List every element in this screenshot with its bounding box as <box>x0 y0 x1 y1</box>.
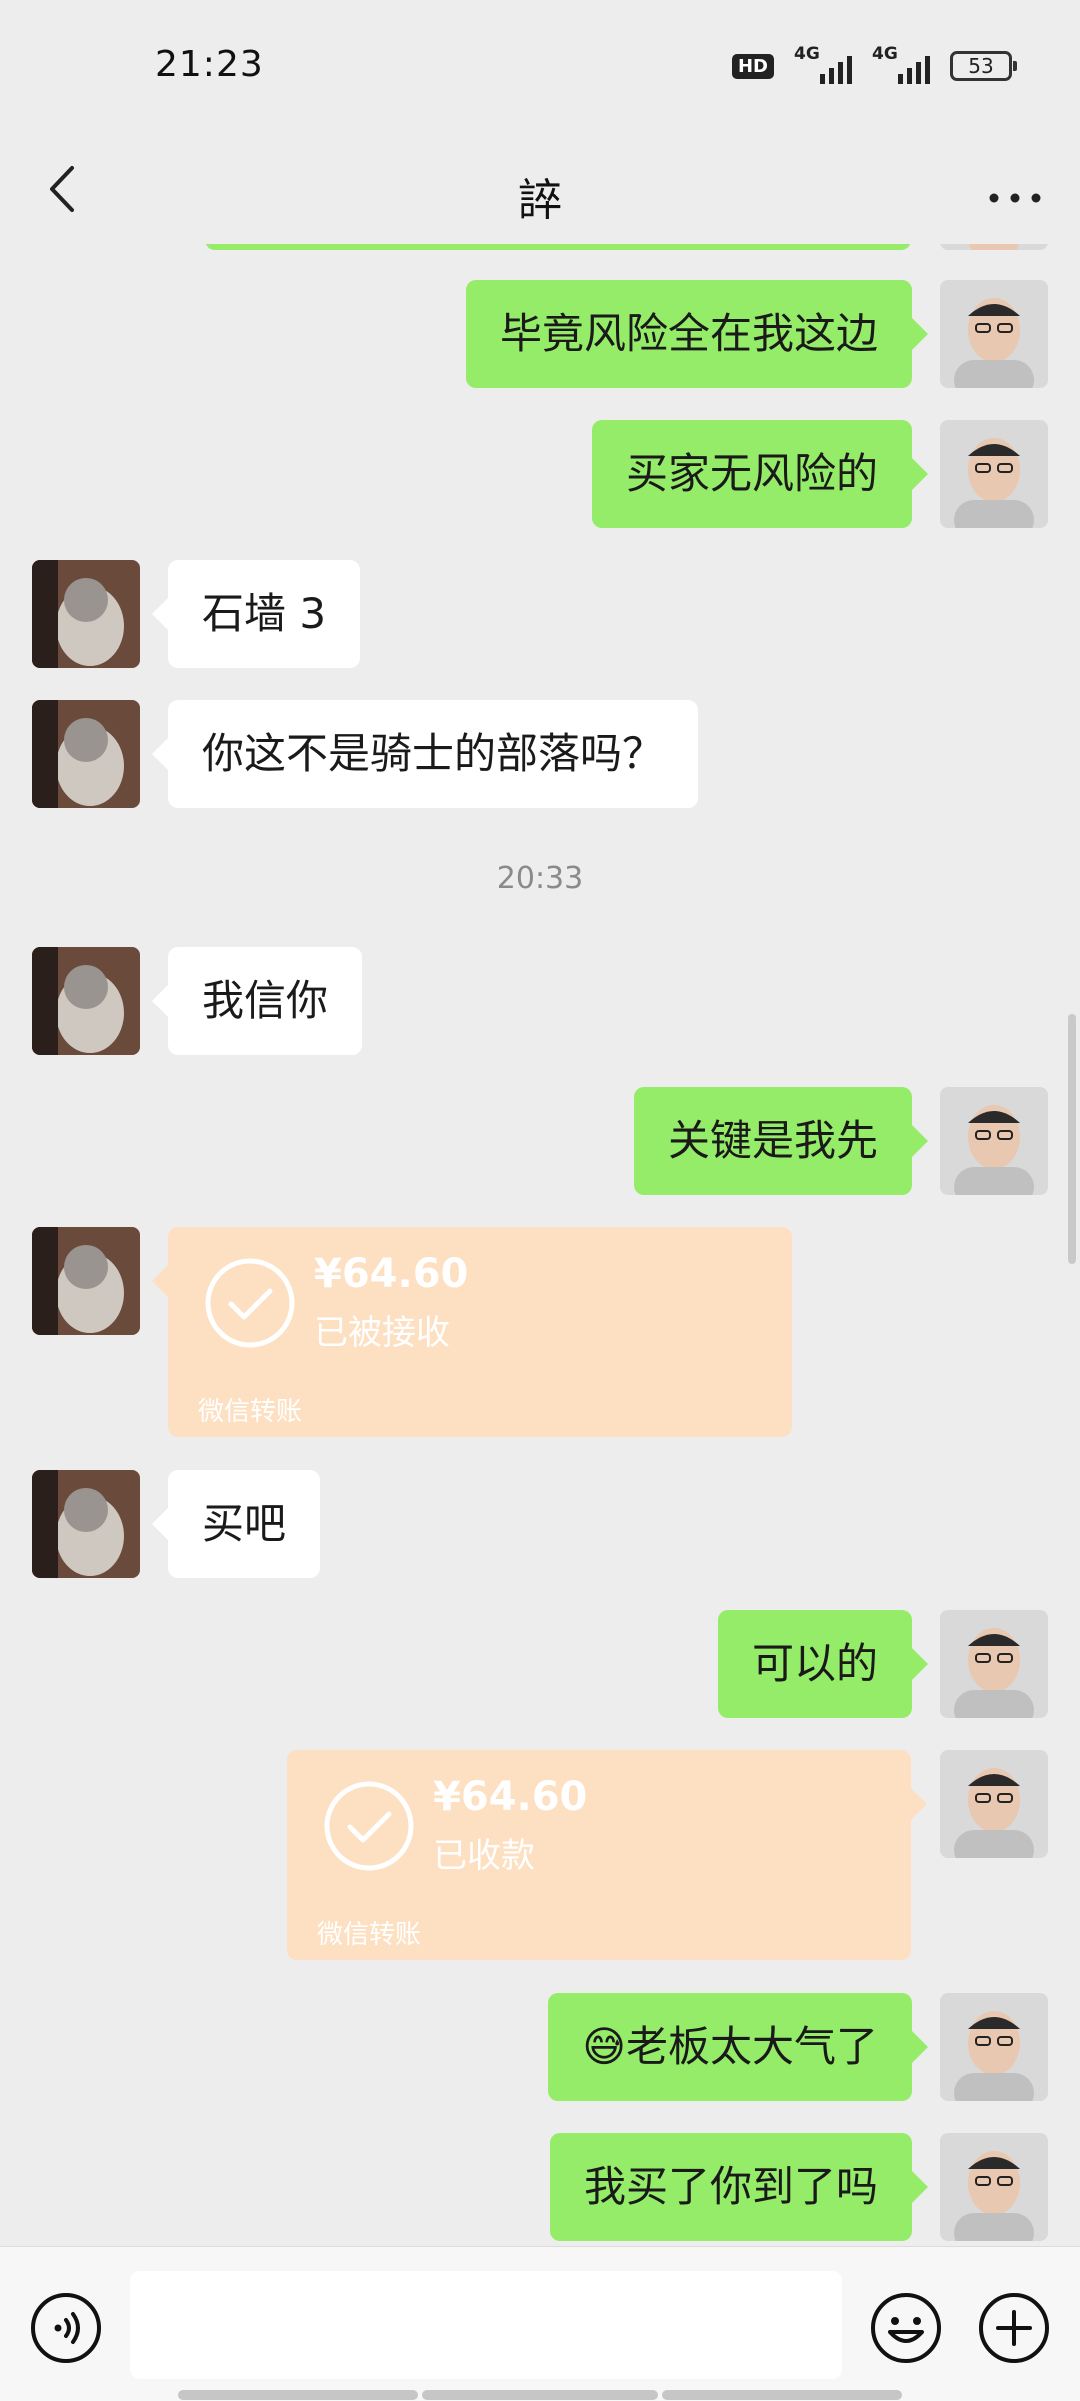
check-circle-icon <box>324 1781 414 1871</box>
check-circle-icon <box>205 1258 295 1348</box>
message-text: 老板太大气了 <box>625 2022 878 2071</box>
input-bar <box>0 2246 1080 2401</box>
message-row: 毕竟风险全在我这边 <box>0 280 1080 388</box>
message-row: 买家无风险的 <box>0 420 1080 528</box>
emoji-icon <box>871 2293 941 2363</box>
status-time: 21:23 <box>155 44 264 85</box>
transfer-amount: ¥64.60 <box>433 1774 588 1820</box>
message-row: ¥64.60 已被接收 微信转账 <box>0 1227 1080 1437</box>
chat-scrollbar[interactable] <box>1068 1014 1076 1264</box>
contact-avatar[interactable] <box>32 947 140 1055</box>
voice-button[interactable] <box>30 2292 102 2364</box>
message-row: 我信你 <box>0 947 1080 1055</box>
chat-messages[interactable]: 毕竟风险全在我这边 买家无风险的 石墙 3 你这不是骑士的部落吗？ 20:33 … <box>0 244 1080 2246</box>
more-button[interactable] <box>980 154 1050 224</box>
message-row: 石墙 3 <box>0 560 1080 668</box>
my-avatar[interactable] <box>940 1750 1048 1858</box>
my-avatar[interactable] <box>940 280 1048 388</box>
message-bubble[interactable]: 你这不是骑士的部落吗？ <box>151 700 699 808</box>
message-row: ¥64.60 已收款 微信转账 <box>0 1750 1080 1960</box>
message-bubble[interactable]: 关键是我先 <box>633 1087 929 1195</box>
transfer-status: 已收款 <box>433 1836 535 1876</box>
voice-icon <box>31 2293 101 2363</box>
my-avatar[interactable] <box>940 244 1048 250</box>
status-bar: 21:23 HD 4G 4G 53 <box>0 0 1080 136</box>
emoji-button[interactable] <box>870 2292 942 2364</box>
signal-icon: 4G <box>794 44 852 84</box>
message-bubble[interactable]: 买家无风险的 <box>591 420 929 528</box>
status-icons: HD 4G 4G 53 <box>731 44 1017 84</box>
more-horizontal-icon <box>989 193 1041 203</box>
message-bubble[interactable]: 毕竟风险全在我这边 <box>465 280 929 388</box>
hd-badge: HD <box>731 53 774 79</box>
my-avatar[interactable] <box>940 420 1048 528</box>
transfer-card[interactable]: ¥64.60 已收款 微信转账 <box>287 1750 927 1960</box>
nav-indicator-right <box>662 2390 902 2400</box>
chat-title: 誶 <box>518 175 562 226</box>
contact-avatar[interactable] <box>32 700 140 808</box>
nav-indicator-center <box>422 2390 658 2400</box>
message-bubble[interactable]: 可以的 <box>717 1610 929 1718</box>
message-row: 😅老板太大气了 <box>0 1993 1080 2101</box>
contact-avatar[interactable] <box>32 1227 140 1335</box>
signal-icon-2: 4G <box>872 44 930 84</box>
plus-icon <box>979 2293 1049 2363</box>
message-row: 你这不是骑士的部落吗？ <box>0 700 1080 808</box>
message-timestamp: 20:33 <box>496 861 584 896</box>
chat-header: 誶 <box>0 136 1080 244</box>
sweat-smile-emoji: 😅 <box>582 2022 626 2071</box>
message-row: 关键是我先 <box>0 1087 1080 1195</box>
transfer-amount: ¥64.60 <box>314 1251 469 1297</box>
message-row: 买吧 <box>0 1470 1080 1578</box>
battery-level: 53 <box>968 54 994 78</box>
plus-button[interactable] <box>978 2292 1050 2364</box>
transfer-label: 微信转账 <box>198 1397 303 1427</box>
message-bubble[interactable]: 买吧 <box>151 1470 321 1578</box>
message-bubble-partial[interactable] <box>205 244 911 250</box>
my-avatar[interactable] <box>940 1610 1048 1718</box>
my-avatar[interactable] <box>940 1993 1048 2101</box>
transfer-card[interactable]: ¥64.60 已被接收 微信转账 <box>152 1227 792 1437</box>
contact-avatar[interactable] <box>32 1470 140 1578</box>
my-avatar[interactable] <box>940 2133 1048 2241</box>
message-bubble[interactable]: 石墙 3 <box>151 560 361 668</box>
transfer-status: 已被接收 <box>314 1313 450 1353</box>
my-avatar[interactable] <box>940 1087 1048 1195</box>
message-bubble[interactable]: 😅老板太大气了 <box>548 1993 928 2101</box>
message-row: 我买了你到了吗 <box>0 2133 1080 2241</box>
battery-icon: 53 <box>950 51 1017 81</box>
contact-avatar[interactable] <box>32 560 140 668</box>
transfer-label: 微信转账 <box>317 1920 422 1950</box>
message-bubble[interactable]: 我买了你到了吗 <box>549 2133 929 2241</box>
message-bubble[interactable]: 我信你 <box>151 947 363 1055</box>
message-input[interactable] <box>130 2271 842 2379</box>
nav-indicator-left <box>178 2390 418 2400</box>
message-row: 可以的 <box>0 1610 1080 1718</box>
